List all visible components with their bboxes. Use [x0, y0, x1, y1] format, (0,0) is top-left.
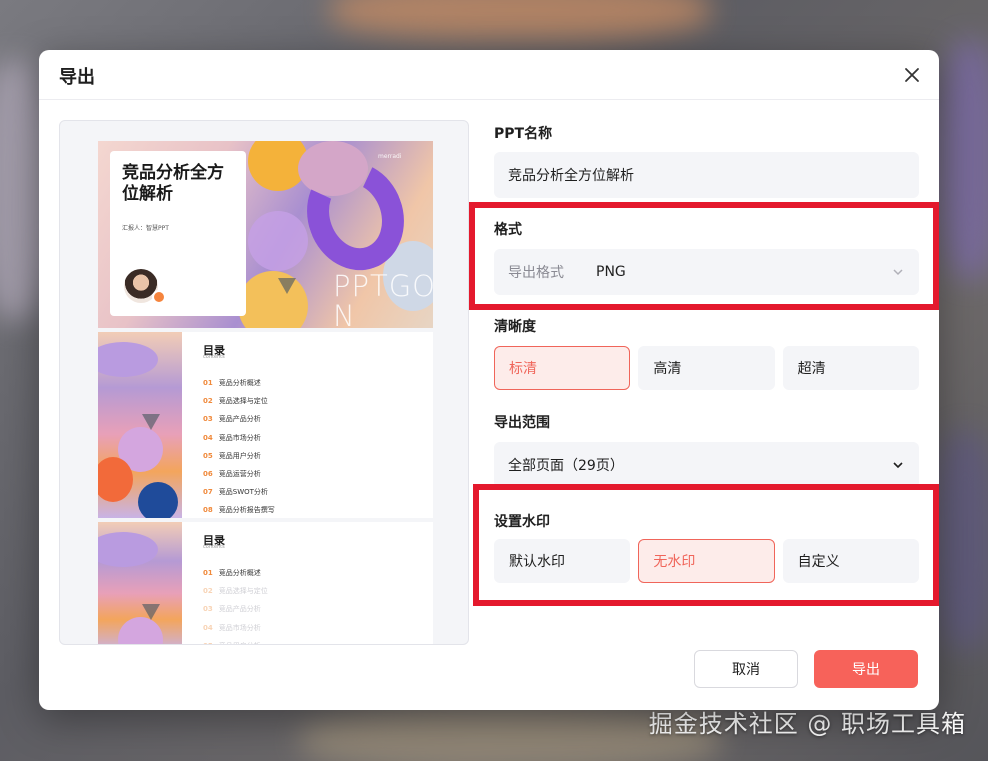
clarity-option-high[interactable]: 高清: [638, 346, 775, 390]
toc-item: 04 竞品市场分析: [203, 433, 261, 442]
slide-art-triangle: [142, 414, 160, 430]
range-value: 全部页面（29页）: [508, 458, 624, 474]
slide-art-blob: [248, 211, 308, 271]
toc-item: 03 竞品产品分析: [203, 605, 261, 614]
toc-item: 01 竞品分析概述: [203, 569, 261, 577]
toc-slide-art: [98, 332, 182, 518]
slide-thumbnail-toc-partial: 目录 contents 01 竞品分析概述 02 竞品选择与定位 03 竞品产品分析 …: [98, 522, 433, 644]
ppt-name-input[interactable]: 竞品分析全方位解析: [494, 152, 919, 198]
chevron-down-icon: [893, 462, 903, 469]
close-icon: [905, 68, 919, 82]
toc-item: 01 竞品分析概述: [203, 379, 261, 387]
backdrop-blob: [940, 40, 988, 280]
slide-preview-panel[interactable]: merradi PPTGO N 竞品分析全方位解析 汇报人：智慧PPT 目录 c…: [59, 120, 469, 645]
toc-list: 01竞品分析概述 02竞品选择与定位 03竞品产品分析 04竞品市场分析 05竞…: [203, 564, 268, 644]
slide-art-blob: [98, 342, 158, 377]
export-dialog: 导出 merradi PPTGO N 竞品分析全方位解析 汇报人：智慧PPT 目…: [39, 50, 939, 710]
toc-slide-art: [98, 522, 182, 644]
toc-item: 02 竞品选择与定位: [203, 587, 268, 596]
slide-art-triangle: [278, 278, 296, 294]
range-select[interactable]: 全部页面（29页）: [494, 442, 919, 488]
slide-art-blob: [98, 532, 158, 567]
export-button[interactable]: 导出: [814, 650, 918, 688]
cover-title-card: 竞品分析全方位解析 汇报人：智慧PPT: [110, 151, 246, 316]
toc-item: 08 竞品分析报告撰写: [203, 506, 275, 515]
slide-thumbnail-cover: merradi PPTGO N 竞品分析全方位解析 汇报人：智慧PPT: [98, 141, 433, 328]
backdrop-blob: [935, 430, 988, 650]
clarity-options: 标清 高清 超清: [494, 346, 919, 390]
close-button[interactable]: [899, 62, 925, 88]
cover-subtitle: 汇报人：智慧PPT: [122, 225, 169, 232]
slide-art-blob: [138, 482, 178, 518]
range-label: 导出范围: [494, 415, 550, 431]
slide-thumbnail-toc: 目录 contents 01 竞品分析概述 02 竞品选择与定位 03 竞品产品分析 …: [98, 332, 433, 518]
avatar-badge-icon: [152, 290, 166, 304]
toc-item: 05竞品用户分析: [203, 637, 268, 644]
slide-art-triangle: [142, 604, 160, 620]
cover-title: 竞品分析全方位解析: [122, 163, 224, 204]
cover-brand: merradi: [378, 153, 402, 160]
cancel-button[interactable]: 取消: [694, 650, 798, 688]
slide-art-blob: [238, 271, 308, 328]
toc-item: 02 竞品选择与定位: [203, 397, 268, 406]
toc-heading-sub: contents: [203, 354, 225, 360]
toc-item: 06 竞品运营分析: [203, 469, 261, 478]
dialog-title: 导出: [59, 67, 95, 88]
toc-heading-sub: contents: [203, 544, 225, 550]
dialog-header: 导出: [39, 50, 939, 100]
toc-list: 01竞品分析概述 02竞品选择与定位 03竞品产品分析 04竞品市场分析 05竞…: [203, 374, 275, 518]
toc-item: 03 竞品产品分析: [203, 415, 261, 424]
cover-logo-text: PPTGO N: [333, 269, 433, 328]
ppt-name-label: PPT名称: [494, 126, 553, 142]
toc-item: 07 竞品SWOT分析: [203, 488, 268, 497]
format-highlight-box: [469, 202, 939, 310]
ppt-name-value: 竞品分析全方位解析: [508, 168, 634, 184]
slide-art-blob: [118, 617, 163, 644]
slide-art-blob: [98, 457, 133, 502]
toc-item: 05竞品用户分析: [203, 451, 261, 460]
toc-item: 04 竞品市场分析: [203, 623, 261, 632]
clarity-option-ultra[interactable]: 超清: [782, 346, 919, 390]
backdrop-blob: [330, 0, 710, 40]
watermark-highlight-box: [473, 484, 939, 606]
clarity-label: 清晰度: [494, 319, 536, 335]
clarity-option-standard[interactable]: 标清: [494, 346, 631, 390]
